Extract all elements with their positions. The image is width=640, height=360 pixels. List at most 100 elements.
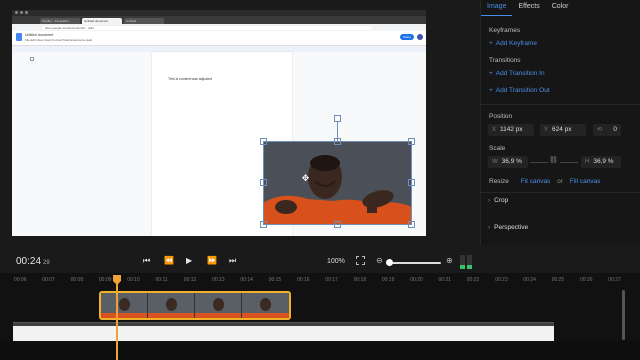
ruler-tick-label: 00:25 xyxy=(551,277,565,283)
zoom-slider[interactable] xyxy=(387,262,441,264)
ruler-tick-label: 00:08 xyxy=(70,277,84,283)
ruler-tick-label: 00:20 xyxy=(410,277,423,283)
fast-forward-icon[interactable]: ⏩ xyxy=(207,256,217,266)
chevron-right-icon: › xyxy=(488,224,491,231)
timeline-ruler[interactable]: 00:06 00:07 00:08 00:09 00:10 00:11 00:12 00:13… xyxy=(0,273,640,287)
scale-h-label: H xyxy=(585,159,590,165)
playhead-line[interactable] xyxy=(116,284,118,360)
docs-share-button: Share xyxy=(400,34,414,40)
ruler-tick-label: 00:18 xyxy=(353,277,367,283)
fit-screen-icon[interactable] xyxy=(356,256,365,265)
zoom-slider-thumb[interactable] xyxy=(386,259,393,266)
transport-bar: 00:24 29 ⏮ ⏪ ▶ ⏩ ⏭ 100% ⊖ ⊕ xyxy=(0,245,640,273)
tab-color[interactable]: Color xyxy=(546,0,575,16)
audio-meter-right xyxy=(467,255,472,269)
clip-thumbnail xyxy=(195,293,242,318)
keyframes-heading: Keyframes xyxy=(489,27,521,34)
rotation-field[interactable]: ⟲ 0 xyxy=(593,124,621,136)
outline-icon xyxy=(30,57,34,61)
ruler-tick-label: 00:10 xyxy=(127,277,140,283)
resize-handle-top-right[interactable] xyxy=(408,138,415,145)
screen-recording-clip[interactable] xyxy=(13,322,554,341)
docs-logo-icon xyxy=(16,33,22,41)
doc-menu-bar: File Edit View Insert Format Tools Exten… xyxy=(25,38,93,42)
fit-canvas-button[interactable]: Fit canvas xyxy=(521,178,551,185)
avatar xyxy=(417,34,423,40)
perspective-expander[interactable]: › Perspective xyxy=(488,224,528,231)
play-icon[interactable]: ▶ xyxy=(186,256,192,266)
doc-title: Untitled document xyxy=(25,33,54,37)
docs-header: Untitled document File Edit View Insert … xyxy=(12,31,426,46)
ruler-tick-label: 00:27 xyxy=(608,277,621,283)
resize-row: Resize Fit canvas or Fill canvas xyxy=(489,178,600,185)
timecode-frames: 29 xyxy=(43,260,50,266)
resize-handle-right[interactable] xyxy=(408,179,415,186)
audio-meter-left xyxy=(460,255,465,269)
timecode: 00:24 29 xyxy=(16,256,50,267)
tab-effects[interactable]: Effects xyxy=(512,0,545,16)
url-text: docs.google.com/document/d/…/edit xyxy=(42,25,372,30)
resize-handle-top-left[interactable] xyxy=(260,138,267,145)
rotation-value: 0 xyxy=(613,126,617,133)
properties-panel: Image Effects Color Keyframes + Add Keyfr… xyxy=(480,0,640,245)
plus-icon: + xyxy=(489,70,493,77)
add-keyframe-label: Add Keyframe xyxy=(495,40,537,47)
scale-width-field[interactable]: W 36,9 % xyxy=(488,156,528,168)
plus-icon: + xyxy=(489,87,493,94)
plus-icon: + xyxy=(489,40,493,47)
crop-expander[interactable]: › Crop xyxy=(488,197,508,204)
ruler-tick-label: 00:22 xyxy=(466,277,480,283)
position-x-field[interactable]: X 1142 px xyxy=(488,124,534,136)
ruler-tick-label: 00:17 xyxy=(325,277,338,283)
ruler-tick-label: 00:14 xyxy=(240,277,253,283)
resize-handle-bottom-right[interactable] xyxy=(408,221,415,228)
audio-track xyxy=(0,341,640,360)
zoom-in-icon[interactable]: ⊕ xyxy=(446,256,453,265)
browser-address-bar: docs.google.com/document/d/…/edit xyxy=(12,24,426,31)
resize-handle-left[interactable] xyxy=(260,179,267,186)
zoom-out-icon[interactable]: ⊖ xyxy=(376,256,383,265)
tab-image[interactable]: Image xyxy=(481,0,513,16)
zoom-level[interactable]: 100% xyxy=(327,258,345,265)
fill-canvas-button[interactable]: Fill canvas xyxy=(570,178,601,185)
scale-link-line-left xyxy=(530,162,548,163)
ruler-tick-label: 00:21 xyxy=(438,277,452,283)
transitions-heading: Transitions xyxy=(489,57,521,64)
scale-w-label: W xyxy=(492,159,498,165)
clip-thumbnail xyxy=(242,293,289,318)
ruler-tick-label: 00:09 xyxy=(98,277,112,283)
skip-start-icon[interactable]: ⏮ xyxy=(143,256,150,266)
ruler-tick-label: 00:06 xyxy=(14,277,27,283)
ruler-tick-label: 00:15 xyxy=(268,277,282,283)
scale-height-field[interactable]: H 36,9 % xyxy=(581,156,621,168)
rewind-icon[interactable]: ⏪ xyxy=(164,256,174,266)
scale-w-value: 36,9 % xyxy=(501,158,522,165)
add-transition-out-button[interactable]: + Add Transition Out xyxy=(489,87,550,94)
add-transition-in-button[interactable]: + Add Transition In xyxy=(489,70,545,77)
crop-label: Crop xyxy=(494,197,509,204)
ruler-tick-label: 00:07 xyxy=(42,277,55,283)
resize-handle-bottom-left[interactable] xyxy=(260,221,267,228)
move-icon[interactable]: ✥ xyxy=(301,174,310,183)
clip-thumbnail xyxy=(101,293,148,318)
resize-handle-bottom[interactable] xyxy=(334,221,341,228)
clip-thumbnail xyxy=(148,293,195,318)
skip-end-icon[interactable]: ⏭ xyxy=(229,256,236,266)
pos-x-label: X xyxy=(492,127,497,133)
timeline-scrollbar[interactable] xyxy=(622,290,625,340)
chevron-right-icon: › xyxy=(488,197,491,204)
rotate-handle[interactable] xyxy=(334,115,341,122)
position-y-field[interactable]: Y 624 px xyxy=(540,124,586,136)
overlay-image[interactable] xyxy=(263,141,412,225)
ruler-tick-label: 00:24 xyxy=(523,277,536,283)
link-icon[interactable]: ⛓ xyxy=(549,156,558,164)
timecode-seconds: 00:24 xyxy=(16,256,42,267)
preview-area: Fluidity – Integration Untitled document… xyxy=(0,0,480,245)
add-transition-out-label: Add Transition Out xyxy=(495,87,550,94)
ruler-tick-label: 00:23 xyxy=(495,277,508,283)
image-clip[interactable] xyxy=(99,291,291,320)
browser-tab-strip: Fluidity – Integration Untitled document… xyxy=(12,16,426,24)
ruler-tick-label: 00:19 xyxy=(381,277,395,283)
add-keyframe-button[interactable]: + Add Keyframe xyxy=(489,40,537,47)
resize-handle-top[interactable] xyxy=(334,138,341,145)
